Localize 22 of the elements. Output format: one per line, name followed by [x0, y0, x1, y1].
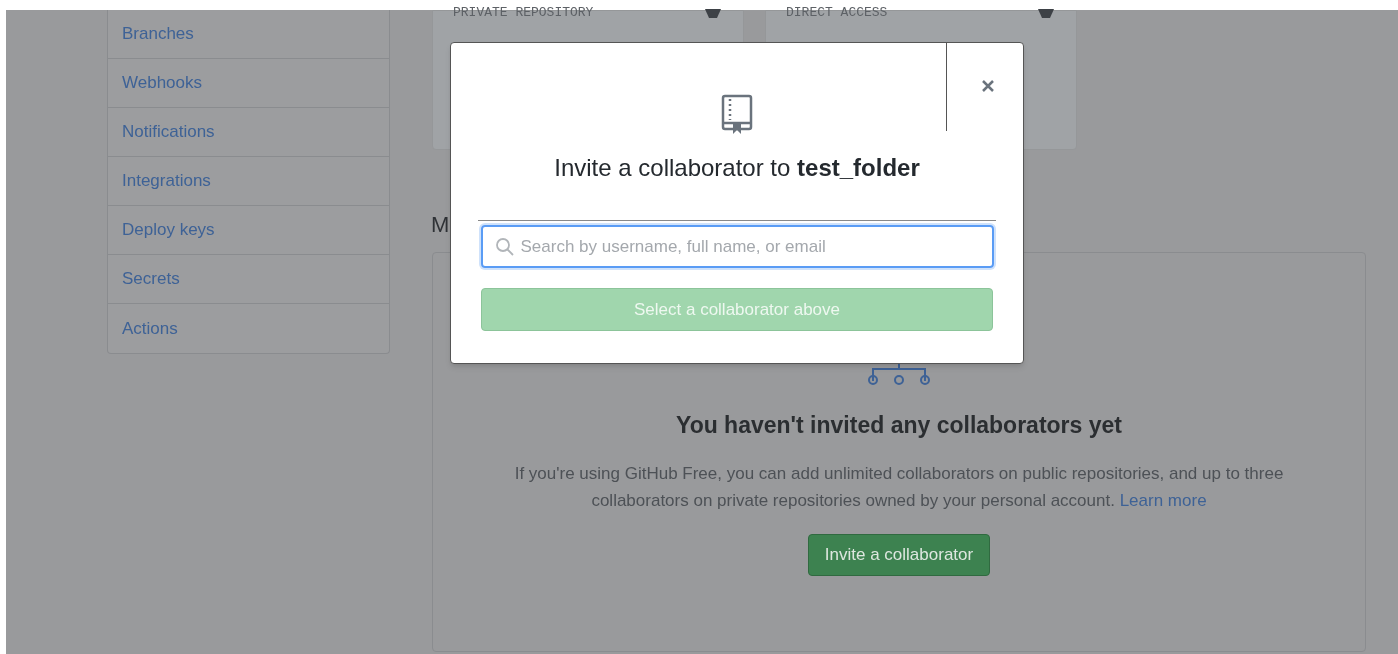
menu-item[interactable]: Integrations	[108, 157, 389, 206]
learn-more-link[interactable]: Learn more	[1119, 490, 1207, 510]
search-icon	[494, 236, 515, 257]
section-heading: M	[431, 211, 450, 239]
card-icon	[1036, 9, 1056, 19]
menu-item[interactable]: Actions	[108, 304, 389, 353]
close-icon	[981, 79, 995, 93]
empty-state-text: If you're using GitHub Free, you can add unlimited collaborators on public repositories, and up to three collaborators on private repositories owned by your personal account. Learn more	[513, 462, 1285, 512]
close-button[interactable]	[981, 79, 995, 93]
card-icon	[703, 9, 723, 19]
book-icon	[721, 94, 753, 136]
menu-item[interactable]: Branches	[108, 10, 389, 59]
menu-item[interactable]: Notifications	[108, 108, 389, 157]
menu-item[interactable]: Webhooks	[108, 59, 389, 108]
invite-button[interactable]: Invite a collaborator	[807, 533, 991, 576]
menu-item[interactable]: Secrets	[108, 255, 389, 304]
menu-item[interactable]: Deploy keys	[108, 206, 389, 255]
search-box[interactable]: Search by username, full name, or email	[480, 225, 994, 268]
empty-state-title: You haven't invited any collaborators yet	[676, 411, 1122, 440]
dialog-title: Invite a collaborator to test_folder	[554, 153, 920, 183]
people-icon	[867, 361, 931, 385]
search-field[interactable]: Search by username, full name, or email	[520, 233, 980, 260]
